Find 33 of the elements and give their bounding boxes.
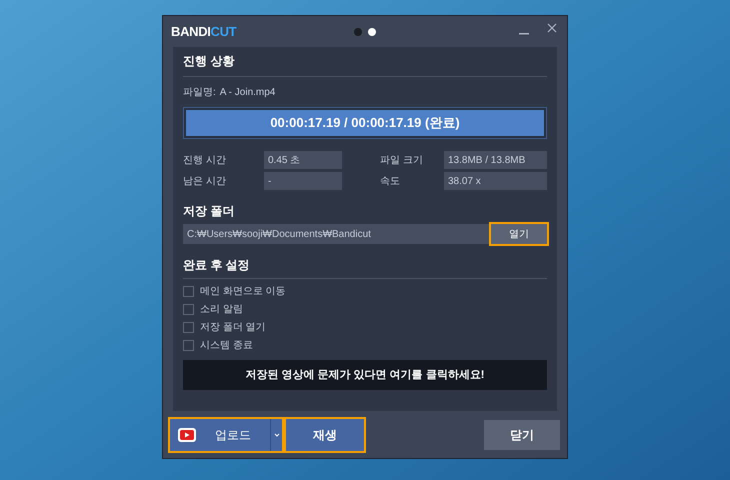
section-heading: 완료 후 설정 xyxy=(183,256,547,279)
option-label[interactable]: 메인 화면으로 이동 xyxy=(200,284,286,299)
close-button[interactable]: 닫기 xyxy=(484,420,560,450)
checkbox[interactable] xyxy=(183,304,194,315)
stat-value: - xyxy=(264,172,342,190)
upload-button[interactable]: 업로드 xyxy=(170,419,282,451)
close-icon[interactable] xyxy=(547,22,557,32)
section-heading: 진행 상황 xyxy=(183,52,547,77)
option-label[interactable]: 저장 폴더 열기 xyxy=(200,320,266,335)
video-play-icon xyxy=(178,428,196,442)
checkbox[interactable] xyxy=(183,286,194,297)
stat-value: 13.8MB / 13.8MB xyxy=(444,151,547,169)
option-label[interactable]: 시스템 종료 xyxy=(200,338,253,353)
stat-label: 파일 크기 xyxy=(379,154,424,168)
open-folder-button[interactable]: 열기 xyxy=(491,224,547,244)
file-name: A - Join.mp4 xyxy=(220,86,276,100)
section-heading: 저장 폴더 xyxy=(183,203,236,220)
checkbox[interactable] xyxy=(183,340,194,351)
stat-label: 진행 시간 xyxy=(183,154,227,168)
stat-value: 0.45 초 xyxy=(264,151,342,169)
file-name-label: 파일명: xyxy=(183,86,216,100)
stat-label: 속도 xyxy=(379,174,401,188)
help-banner[interactable]: 저장된 영상에 문제가 있다면 여기를 클릭하세요! xyxy=(183,360,547,390)
option-label[interactable]: 소리 알림 xyxy=(200,302,243,317)
checkbox[interactable] xyxy=(183,322,194,333)
progress-time-text: 00:00:17.19 / 00:00:17.19 (완료) xyxy=(270,114,460,132)
caret-icon[interactable] xyxy=(270,419,282,451)
stat-label: 남은 시간 xyxy=(183,174,227,188)
minimize-icon[interactable] xyxy=(519,32,529,34)
folder-path-field[interactable]: C:₩Users₩sooji₩Documents₩Bandicut xyxy=(183,226,491,242)
stat-value: 38.07 x xyxy=(444,172,547,190)
play-button[interactable]: 재생 xyxy=(286,419,364,451)
app-logo: BANDICUT xyxy=(171,22,238,41)
